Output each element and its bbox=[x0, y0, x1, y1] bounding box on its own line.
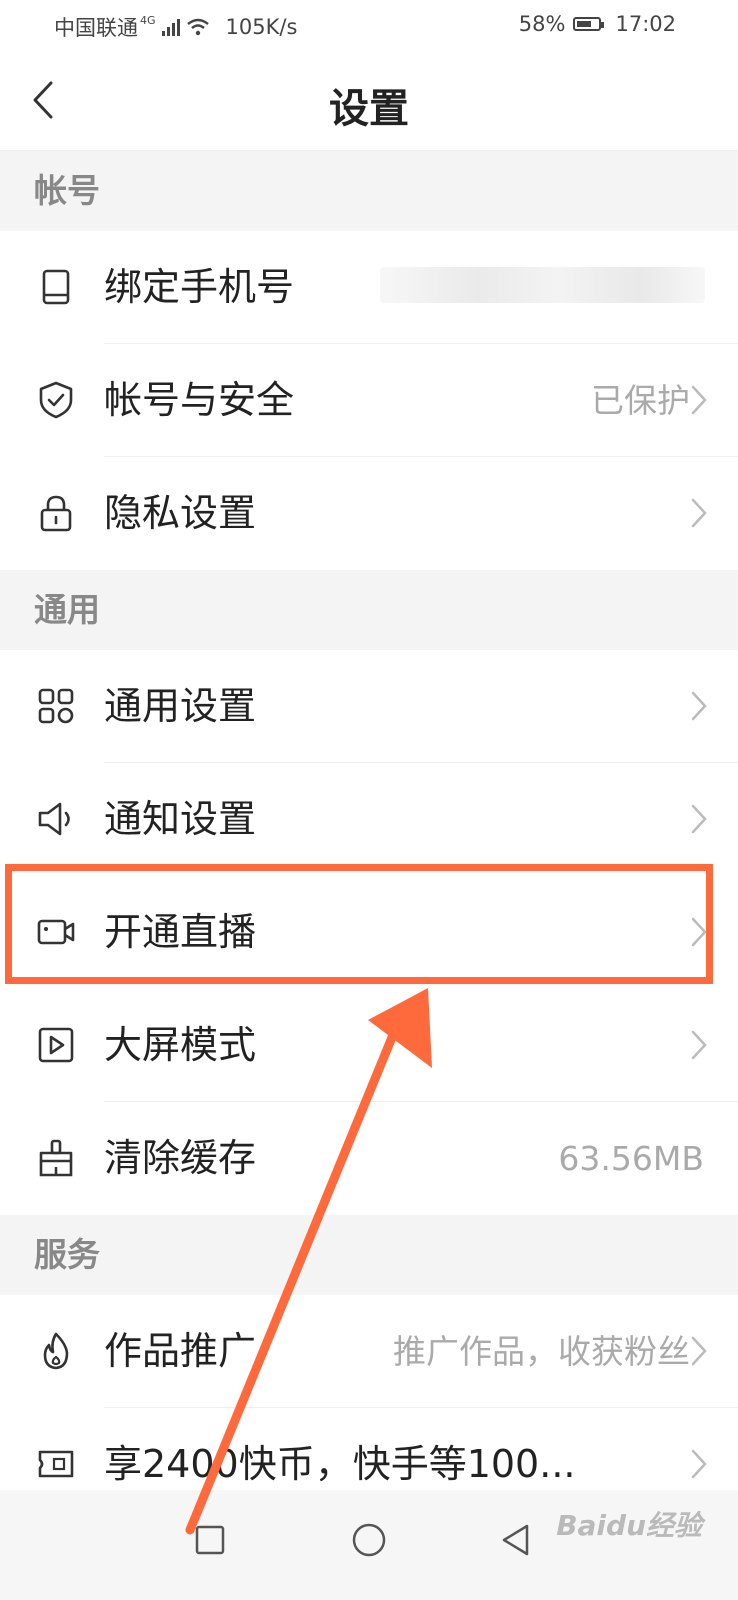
home-button[interactable] bbox=[339, 1510, 399, 1570]
signal-icon bbox=[161, 18, 180, 36]
row-label: 清除缓存 bbox=[104, 1136, 257, 1180]
row-label: 绑定手机号 bbox=[104, 265, 295, 309]
chevron-right-icon bbox=[691, 385, 707, 415]
section-header-general: 通用 bbox=[0, 570, 738, 650]
row-value: 推广作品，收获粉丝 bbox=[393, 1332, 690, 1371]
row-work-promotion[interactable]: 作品推广 推广作品，收获粉丝 bbox=[0, 1295, 738, 1408]
row-notification-settings[interactable]: 通知设置 bbox=[0, 763, 738, 876]
row-clear-cache[interactable]: 清除缓存 63.56MB bbox=[0, 1102, 738, 1215]
row-account-security[interactable]: 帐号与安全 已保护 bbox=[0, 344, 738, 457]
chevron-right-icon bbox=[691, 691, 707, 721]
wifi-icon bbox=[186, 18, 209, 36]
flame-icon bbox=[43, 1332, 69, 1370]
recent-apps-button[interactable] bbox=[180, 1510, 240, 1570]
row-label: 隐私设置 bbox=[104, 491, 257, 535]
row-general-settings[interactable]: 通用设置 bbox=[0, 650, 738, 763]
page-title: 设置 bbox=[329, 86, 409, 132]
speaker-icon bbox=[38, 802, 70, 836]
back-nav-button[interactable] bbox=[486, 1510, 546, 1570]
chevron-right-icon bbox=[691, 498, 707, 528]
battery-icon bbox=[573, 17, 605, 31]
triangle-back-icon bbox=[502, 1524, 529, 1556]
redacted-phone-number bbox=[380, 267, 705, 303]
row-label: 帐号与安全 bbox=[104, 378, 295, 422]
chevron-right-icon bbox=[691, 1449, 707, 1479]
row-big-screen-mode[interactable]: 大屏模式 bbox=[0, 989, 738, 1102]
circle-icon bbox=[352, 1523, 386, 1557]
row-bind-phone[interactable]: 绑定手机号 bbox=[0, 231, 738, 344]
navigation-bar: 设置 bbox=[0, 50, 738, 151]
network-speed: 105K/s bbox=[225, 15, 298, 39]
cache-size: 63.56MB bbox=[558, 1139, 704, 1178]
row-value: 已保护 bbox=[591, 381, 690, 420]
chevron-right-icon bbox=[691, 804, 707, 834]
phone-icon bbox=[42, 269, 70, 305]
chevron-right-icon bbox=[691, 917, 707, 947]
section-header-account: 帐号 bbox=[0, 151, 738, 231]
ticket-icon bbox=[38, 1450, 74, 1478]
section-header-service: 服务 bbox=[0, 1215, 738, 1295]
lock-icon bbox=[40, 495, 72, 532]
system-navigation-bar: Baidu经验 bbox=[0, 1490, 738, 1600]
status-bar: 中国联通 4G 105K/s 58% 17:02 bbox=[0, 0, 738, 50]
network-type: 4G bbox=[140, 13, 156, 27]
row-privacy-settings[interactable]: 隐私设置 bbox=[0, 457, 738, 570]
chevron-right-icon bbox=[691, 1030, 707, 1060]
battery-percent: 58% bbox=[518, 12, 566, 36]
watermark: Baidu经验 bbox=[556, 1509, 702, 1542]
shield-check-icon bbox=[39, 381, 73, 419]
row-label: 通用设置 bbox=[104, 684, 257, 728]
square-icon bbox=[195, 1525, 225, 1555]
clock: 17:02 bbox=[615, 12, 676, 36]
row-label: 开通直播 bbox=[104, 910, 257, 954]
broom-icon bbox=[39, 1139, 73, 1177]
row-label: 作品推广 bbox=[104, 1329, 257, 1373]
row-open-live-stream[interactable]: 开通直播 bbox=[0, 876, 738, 989]
play-icon bbox=[38, 1027, 74, 1063]
chevron-right-icon bbox=[691, 1336, 707, 1366]
carrier-name: 中国联通 bbox=[54, 16, 138, 40]
grid-icon bbox=[38, 688, 74, 724]
row-label: 大屏模式 bbox=[104, 1023, 257, 1067]
video-camera-icon bbox=[37, 919, 75, 945]
row-label: 通知设置 bbox=[104, 797, 257, 841]
